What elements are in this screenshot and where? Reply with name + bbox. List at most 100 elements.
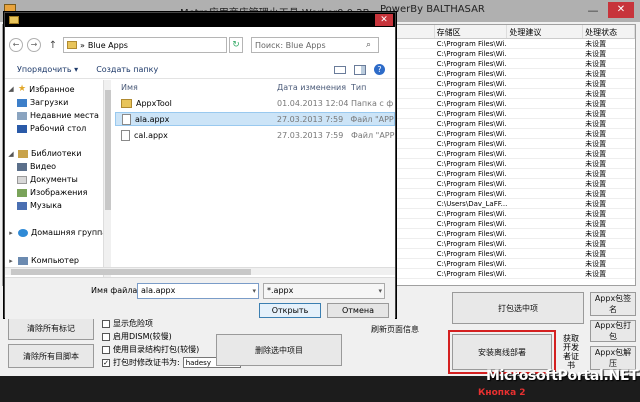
cell-storage: C:\Program Files\Wi... bbox=[436, 160, 508, 168]
dialog-close-button[interactable]: ✕ bbox=[375, 14, 393, 26]
nav-scroll-thumb[interactable] bbox=[105, 90, 111, 210]
appx-unpack-button[interactable]: Appx包解压 bbox=[590, 346, 636, 370]
new-folder-button[interactable]: Создать папку bbox=[96, 65, 158, 74]
cell-suggestion bbox=[507, 139, 583, 148]
documents-icon bbox=[17, 175, 27, 184]
organize-menu[interactable]: Упорядочить ▾ bbox=[17, 65, 78, 74]
nav-libraries[interactable]: ◢ Библиотеки bbox=[7, 149, 81, 158]
open-button[interactable]: Открыть bbox=[259, 303, 321, 318]
nav-recent[interactable]: Недавние места bbox=[17, 111, 99, 120]
cell-proc-status: 未设置 bbox=[585, 200, 607, 208]
file-row[interactable]: cal.appx 27.03.2013 7:59 Файл "APP bbox=[115, 128, 395, 142]
show-danger-checkbox[interactable]: 显示危险项 bbox=[102, 318, 153, 329]
chevron-down-icon[interactable]: ▾ bbox=[252, 284, 256, 298]
clear-all-scripts-button[interactable]: 清除所有目脚本 bbox=[8, 344, 94, 368]
nav-computer[interactable]: ▸ Компьютер bbox=[7, 256, 79, 265]
close-button[interactable]: ✕ bbox=[608, 2, 634, 18]
path-field[interactable]: » Blue Apps bbox=[63, 37, 227, 53]
up-icon[interactable]: ↑ bbox=[47, 40, 59, 51]
nav-desktop[interactable]: Рабочий стол bbox=[17, 124, 86, 133]
enable-dism-checkbox[interactable]: 启用DISM(较慢) bbox=[102, 331, 172, 342]
cell-proc-status: 未设置 bbox=[585, 250, 607, 258]
get-dev-cert-link[interactable]: 获取开发者证书 bbox=[560, 334, 582, 370]
use-dir-pack-checkbox[interactable]: 使用目录结构打包(较慢) bbox=[102, 344, 199, 355]
expand-icon: ▸ bbox=[9, 228, 13, 237]
cell-proc-status: 未设置 bbox=[585, 220, 607, 228]
col-header-suggestion[interactable]: 处理建议 bbox=[507, 25, 584, 38]
pack-selected-button[interactable]: 打包选中项 bbox=[452, 292, 584, 324]
delete-selected-button[interactable]: 删除选中项目 bbox=[216, 334, 342, 366]
cell-suggestion bbox=[507, 189, 583, 198]
file-icon bbox=[122, 113, 131, 125]
cell-suggestion bbox=[507, 109, 583, 118]
preview-pane-icon[interactable] bbox=[354, 64, 366, 75]
nav-downloads[interactable]: Загрузки bbox=[17, 98, 68, 107]
minimize-button[interactable]: — bbox=[586, 4, 600, 17]
cell-proc-status: 未设置 bbox=[585, 230, 607, 238]
cell-storage: C:\Program Files\Wi... bbox=[436, 220, 508, 228]
h-scroll-thumb[interactable] bbox=[11, 269, 251, 275]
cell-suggestion bbox=[507, 219, 583, 228]
dialog-toolbar: Упорядочить ▾ Создать папку ? bbox=[5, 61, 395, 79]
cell-storage: C:\Program Files\Wi... bbox=[436, 100, 508, 108]
nav-music[interactable]: Музыка bbox=[17, 201, 62, 210]
nav-video[interactable]: Видео bbox=[17, 162, 56, 171]
cell-storage: C:\Program Files\Wi... bbox=[436, 50, 508, 58]
refresh-icon[interactable]: ↻ bbox=[229, 37, 243, 53]
clear-all-marks-button[interactable]: 清除所有标记 bbox=[8, 316, 94, 340]
cell-storage: C:\Program Files\Wi... bbox=[436, 130, 508, 138]
view-options-icon[interactable] bbox=[334, 65, 346, 74]
cell-suggestion bbox=[507, 239, 583, 248]
cell-proc-status: 未设置 bbox=[585, 50, 607, 58]
header-type[interactable]: Тип bbox=[351, 83, 395, 92]
cell-storage: C:\Program Files\Wi... bbox=[436, 120, 508, 128]
col-header-storage[interactable]: 存储区 bbox=[435, 25, 508, 38]
cell-proc-status: 未设置 bbox=[585, 270, 607, 278]
filename-input[interactable]: ala.appx ▾ bbox=[137, 283, 259, 299]
header-name[interactable]: Имя bbox=[115, 83, 277, 92]
cell-suggestion bbox=[507, 79, 583, 88]
cell-suggestion bbox=[507, 149, 583, 158]
header-date[interactable]: Дата изменения bbox=[277, 83, 351, 92]
cell-proc-status: 未设置 bbox=[585, 180, 607, 188]
checkbox-box bbox=[102, 332, 110, 341]
checkbox-box bbox=[102, 345, 110, 354]
cancel-button[interactable]: Отмена bbox=[327, 303, 389, 318]
filetype-select[interactable]: *.appx ▾ bbox=[263, 283, 385, 299]
cell-storage: C:\Program Files\Wi... bbox=[436, 40, 508, 48]
col-header-proc-status[interactable]: 处理状态 bbox=[583, 25, 635, 38]
cell-proc-status: 未设置 bbox=[585, 80, 607, 88]
homegroup-icon bbox=[18, 228, 28, 237]
nav-documents[interactable]: Документы bbox=[17, 175, 78, 184]
appx-pack-button[interactable]: Appx包打包 bbox=[590, 320, 636, 342]
cell-proc-status: 未设置 bbox=[585, 110, 607, 118]
file-row[interactable]: AppxTool 01.04.2013 12:04 Папка с ф bbox=[115, 96, 395, 110]
nav-images[interactable]: Изображения bbox=[17, 188, 87, 197]
cell-storage: C:\Program Files\Wi... bbox=[436, 170, 508, 178]
back-icon[interactable]: ← bbox=[9, 38, 23, 52]
cell-suggestion bbox=[507, 89, 583, 98]
path-separator: » bbox=[80, 40, 85, 50]
search-input[interactable]: Поиск: Blue Apps ⌕ bbox=[251, 37, 379, 53]
appx-sign-button[interactable]: Appx包签名 bbox=[590, 292, 636, 316]
nav-favorites[interactable]: ◢ ★ Избранное bbox=[7, 84, 74, 94]
file-row-selected[interactable]: ala.appx 27.03.2013 7:59 Файл "APP bbox=[115, 112, 395, 126]
cell-proc-status: 未设置 bbox=[585, 90, 607, 98]
cell-suggestion bbox=[507, 229, 583, 238]
nav-scrollbar[interactable] bbox=[103, 80, 111, 278]
cell-proc-status: 未设置 bbox=[585, 160, 607, 168]
cell-suggestion bbox=[507, 59, 583, 68]
cell-proc-status: 未设置 bbox=[585, 60, 607, 68]
cell-suggestion bbox=[507, 269, 583, 278]
horizontal-scrollbar[interactable] bbox=[5, 267, 395, 275]
help-icon[interactable]: ? bbox=[374, 64, 385, 75]
dialog-titlebar: ✕ bbox=[5, 13, 395, 27]
cell-proc-status: 未设置 bbox=[585, 190, 607, 198]
nav-homegroup[interactable]: ▸ Домашняя группа bbox=[7, 228, 103, 237]
cell-storage: C:\Program Files\Wi... bbox=[436, 80, 508, 88]
cell-proc-status: 未设置 bbox=[585, 170, 607, 178]
dialog-footer: Имя файла: ala.appx ▾ *.appx ▾ Открыть О… bbox=[5, 277, 395, 319]
cell-proc-status: 未设置 bbox=[585, 240, 607, 248]
music-icon bbox=[17, 201, 27, 210]
forward-icon[interactable]: → bbox=[27, 38, 41, 52]
